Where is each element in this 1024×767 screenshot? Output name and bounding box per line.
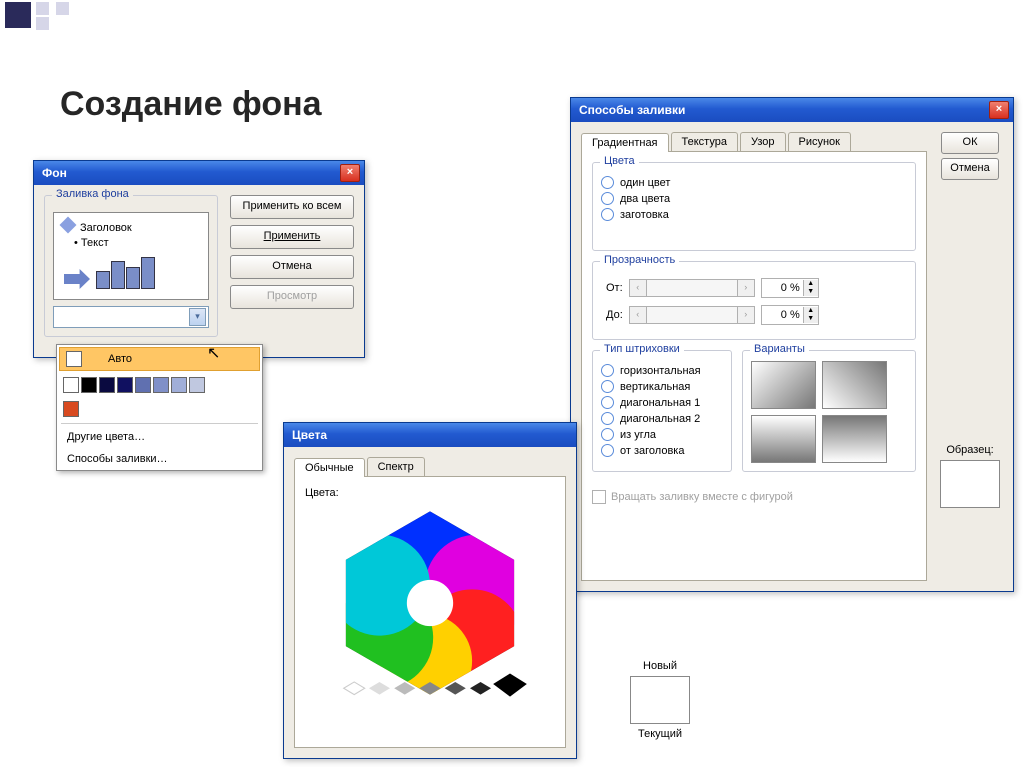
arrow-icon	[64, 269, 90, 289]
page-title: Создание фона	[60, 85, 322, 124]
fill-effects-dialog: Способы заливки × Градиентная Текстура У…	[570, 97, 1014, 592]
apply-all-button[interactable]: Применить ко всем	[230, 195, 354, 219]
color-swatch[interactable]	[63, 401, 79, 417]
sample-label: Образец:	[940, 444, 1000, 456]
background-dialog: Фон × Заливка фона Заголовок • Текст ▾	[33, 160, 365, 358]
slider-from[interactable]: ‹›	[629, 279, 755, 297]
spinner-from[interactable]: ▲▼	[761, 278, 819, 298]
variant-2[interactable]	[822, 361, 887, 409]
fill-tabs: Градиентная Текстура Узор Рисунок	[581, 132, 927, 151]
color-swatch[interactable]	[81, 377, 97, 393]
radio-one-color[interactable]: один цвет	[601, 176, 907, 189]
label-from: От:	[605, 277, 624, 299]
background-titlebar: Фон ×	[34, 161, 364, 185]
sample-preview	[940, 460, 1000, 508]
radio-two-colors[interactable]: два цвета	[601, 192, 907, 205]
chevron-down-icon: ▾	[189, 308, 206, 326]
close-icon[interactable]: ×	[340, 164, 360, 182]
group-fill-caption: Заливка фона	[52, 188, 133, 200]
variant-3[interactable]	[751, 415, 816, 463]
close-icon[interactable]: ×	[989, 101, 1009, 119]
chart-icon	[96, 255, 155, 289]
tab-texture[interactable]: Текстура	[671, 132, 738, 151]
label-new: Новый	[630, 660, 690, 672]
colors-dialog: Цвета Обычные Спектр Цвета:	[283, 422, 577, 759]
slider-to[interactable]: ‹›	[629, 306, 755, 324]
color-popup: Авто Другие цвета… Способы заливки…	[56, 344, 263, 471]
group-shading-caption: Тип штриховки	[600, 343, 684, 355]
cancel-button[interactable]: Отмена	[941, 158, 999, 180]
swatch-row-1	[57, 373, 217, 397]
apply-button[interactable]: Применить	[230, 225, 354, 249]
color-swatch[interactable]	[63, 377, 79, 393]
colors-label: Цвета:	[305, 487, 555, 499]
fill-effects-title: Способы заливки	[579, 103, 685, 117]
spinner-to[interactable]: ▲▼	[761, 305, 819, 325]
color-swatch[interactable]	[153, 377, 169, 393]
slide-thumbnail: Заголовок • Текст	[53, 212, 209, 300]
radio-horizontal[interactable]: горизонтальная	[601, 364, 723, 377]
ok-button[interactable]: ОК	[941, 132, 999, 154]
group-variants-caption: Варианты	[750, 343, 809, 355]
radio-diag2[interactable]: диагональная 2	[601, 412, 723, 425]
colors-titlebar: Цвета	[284, 423, 576, 447]
color-swatch[interactable]	[135, 377, 151, 393]
color-swatch[interactable]	[99, 377, 115, 393]
fill-color-dropdown[interactable]: ▾	[53, 306, 209, 328]
label-current: Текущий	[630, 728, 690, 740]
group-colors-caption: Цвета	[600, 155, 639, 167]
color-sample: Новый Текущий	[630, 660, 690, 740]
rotate-label: Вращать заливку вместе с фигурой	[611, 491, 793, 503]
label-to: До:	[605, 304, 624, 326]
radio-diag1[interactable]: диагональная 1	[601, 396, 723, 409]
color-swatch[interactable]	[117, 377, 133, 393]
cancel-button[interactable]: Отмена	[230, 255, 354, 279]
auto-color-item[interactable]: Авто	[59, 347, 260, 371]
variant-4[interactable]	[822, 415, 887, 463]
swatch-row-2	[57, 397, 217, 421]
group-transparency-caption: Прозрачность	[600, 254, 679, 266]
color-swatch[interactable]	[189, 377, 205, 393]
variant-1[interactable]	[751, 361, 816, 409]
colors-title: Цвета	[292, 428, 327, 442]
hex-color-picker[interactable]	[320, 503, 540, 703]
tab-spectrum[interactable]: Спектр	[367, 457, 425, 476]
radio-corner[interactable]: из угла	[601, 428, 723, 441]
tab-gradient[interactable]: Градиентная	[581, 133, 669, 152]
preview-button[interactable]: Просмотр	[230, 285, 354, 309]
more-colors-item[interactable]: Другие цвета…	[57, 426, 262, 448]
radio-preset[interactable]: заготовка	[601, 208, 907, 221]
radio-title[interactable]: от заголовка	[601, 444, 723, 457]
tab-pattern[interactable]: Узор	[740, 132, 786, 151]
slide-decoration	[5, 2, 71, 30]
sample-swatch	[630, 676, 690, 724]
fill-effects-titlebar: Способы заливки ×	[571, 98, 1013, 122]
tab-picture[interactable]: Рисунок	[788, 132, 852, 151]
tab-standard[interactable]: Обычные	[294, 458, 365, 477]
color-swatch[interactable]	[171, 377, 187, 393]
rotate-checkbox[interactable]	[592, 490, 606, 504]
fill-methods-item[interactable]: Способы заливки…	[57, 448, 262, 470]
radio-vertical[interactable]: вертикальная	[601, 380, 723, 393]
background-title: Фон	[42, 166, 67, 180]
auto-swatch	[66, 351, 82, 367]
